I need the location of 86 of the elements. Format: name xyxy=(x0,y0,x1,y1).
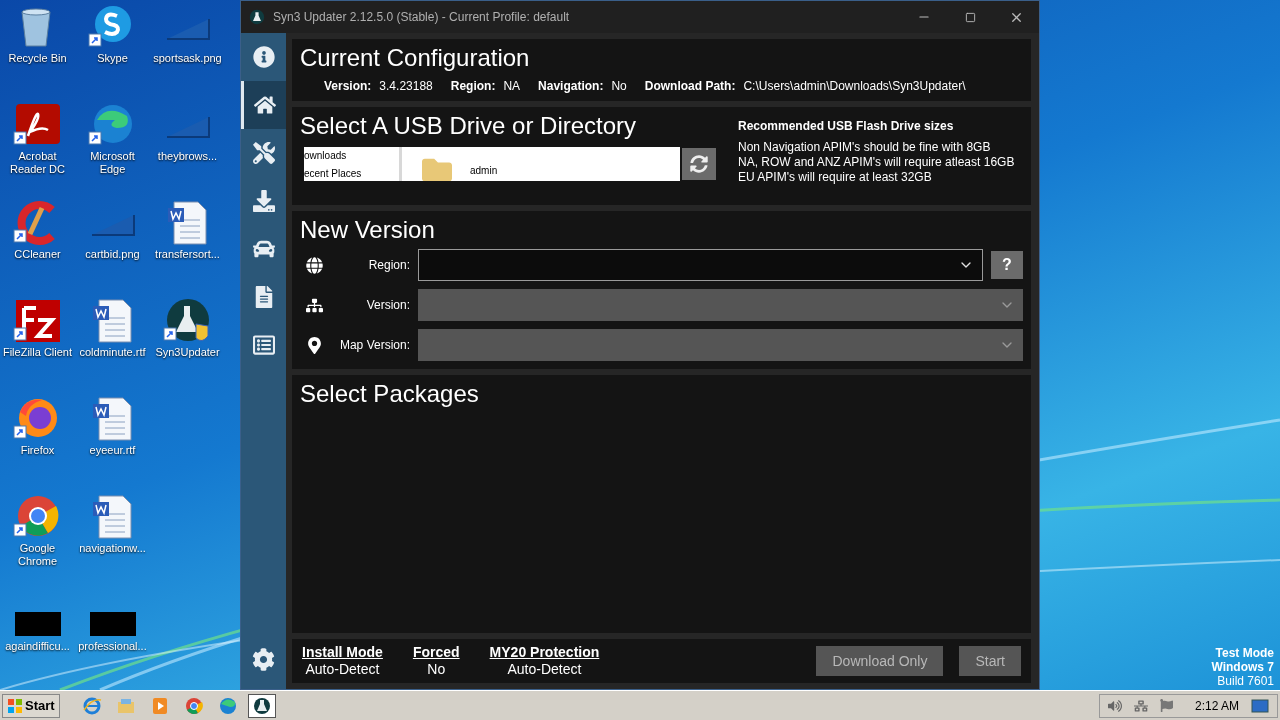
folder-item[interactable]: admin xyxy=(470,163,498,178)
desktop-icon-label[interactable]: transfersort... xyxy=(154,248,221,261)
desktop-icon-label[interactable]: Microsoft Edge xyxy=(75,150,150,176)
desktop-icon-label[interactable]: CCleaner xyxy=(13,248,62,261)
desktop-icon-label[interactable]: FileZilla Client xyxy=(1,346,74,359)
recommendation-text: NA, ROW and ANZ APIM's will require atleast 16GB xyxy=(738,155,1015,170)
app-icon xyxy=(217,695,238,716)
app-icon xyxy=(81,695,102,716)
maximize-icon xyxy=(964,11,976,23)
desktop-icon-label[interactable]: Google Chrome xyxy=(0,542,75,568)
field-label: Navigation: xyxy=(538,78,604,95)
field-value: C:\Users\admin\Downloads\Syn3Updater\ xyxy=(743,78,966,95)
app-icon xyxy=(249,9,265,25)
desktop-icon-label[interactable]: sportsask.png xyxy=(152,52,223,65)
setting-link[interactable]: MY20 Protection xyxy=(489,644,600,661)
field-value: 3.4.23188 xyxy=(379,78,433,95)
field-label: Region: xyxy=(450,78,496,95)
app-icon xyxy=(183,695,204,716)
desktop-icon-label[interactable]: coldminute.rtf xyxy=(78,346,147,359)
globe-icon xyxy=(305,256,323,274)
setting-link[interactable]: Forced xyxy=(412,644,460,661)
desktop-icon-label[interactable]: Firefox xyxy=(19,444,56,457)
desktop-icon-label[interactable]: againdifficu... xyxy=(4,640,71,653)
os-build-text: Windows 7 xyxy=(1211,660,1274,674)
desktop-icon-label[interactable]: professional... xyxy=(77,640,148,653)
show-desktop-icon[interactable] xyxy=(1251,698,1269,713)
section-heading: Select A USB Drive or Directory xyxy=(300,111,638,141)
desktop-icon-label[interactable]: Syn3Updater xyxy=(154,346,221,359)
field-label: Region: xyxy=(367,257,410,274)
dropdown-field[interactable] xyxy=(418,249,983,281)
info-icon xyxy=(252,46,275,68)
image-file-icon xyxy=(165,18,210,40)
action-button[interactable]: Download Only xyxy=(816,646,944,676)
taskbar-app[interactable] xyxy=(247,693,276,718)
refresh-button[interactable] xyxy=(682,148,716,180)
image-file-icon xyxy=(90,214,135,236)
desktop-icon-label[interactable]: eyeeur.rtf xyxy=(88,444,137,457)
desktop-icon-label[interactable]: cartbid.png xyxy=(84,248,141,261)
start-button[interactable]: Start xyxy=(2,693,60,718)
car-icon xyxy=(252,238,275,260)
redacted-icon xyxy=(89,612,136,636)
refresh-icon xyxy=(690,155,708,173)
os-build-text: Test Mode xyxy=(1215,646,1274,660)
section-heading: Current Configuration xyxy=(300,43,531,73)
recommendation-text: Non Navigation APIM's should be fine with 8GB xyxy=(738,140,992,155)
setting-value: Auto-Detect xyxy=(305,661,380,678)
window-title: Syn3 Updater 2.12.5.0 (Stable) - Current Profile: default xyxy=(273,9,570,26)
desktop-icon-label[interactable]: Acrobat Reader DC xyxy=(0,150,75,176)
map-pin-icon xyxy=(305,336,323,354)
recommendation-text: EU APIM's will require at least 32GB xyxy=(738,170,933,185)
field-label: Version: xyxy=(324,78,372,95)
windows-logo-icon xyxy=(7,697,23,714)
list-icon xyxy=(252,334,275,356)
action-button[interactable]: Start xyxy=(959,646,1021,676)
section-heading: New Version xyxy=(300,215,436,245)
image-file-icon xyxy=(165,116,210,138)
sidebar-tab[interactable] xyxy=(241,81,286,129)
setting-value: No xyxy=(427,661,446,678)
folder-item[interactable]: ecent Places xyxy=(304,165,399,181)
field-label: Version: xyxy=(365,297,410,314)
folder-item[interactable]: ownloads xyxy=(304,147,399,165)
download-icon xyxy=(252,190,275,212)
recommended-title: Recommended USB Flash Drive sizes xyxy=(738,119,955,134)
tools-icon xyxy=(252,142,275,164)
field-label: Download Path: xyxy=(644,78,736,95)
redacted-icon xyxy=(14,612,61,636)
desktop-icon-label[interactable]: navigationw... xyxy=(78,542,147,555)
clock[interactable]: 2:12 AM xyxy=(1194,696,1239,715)
field-value: No xyxy=(611,78,627,95)
field-value: NA xyxy=(503,78,521,95)
network-icon[interactable] xyxy=(1133,698,1148,713)
desktop-icon-label[interactable]: Skype xyxy=(96,52,129,65)
settings-icon xyxy=(252,647,275,671)
help-button[interactable]: ? xyxy=(991,251,1023,279)
volume-icon[interactable] xyxy=(1107,698,1122,713)
desktop-icon-label[interactable]: Recycle Bin xyxy=(7,52,68,65)
app-icon xyxy=(251,695,272,716)
desktop-icon-label[interactable]: theybrows... xyxy=(156,150,219,163)
hierarchy-icon xyxy=(305,296,323,314)
field-label: Map Version: xyxy=(338,337,410,354)
section-heading: Select Packages xyxy=(300,379,480,409)
os-build-text: Build 7601 xyxy=(1217,674,1274,688)
flag-icon[interactable] xyxy=(1159,699,1173,712)
home-icon xyxy=(254,94,276,116)
setting-link[interactable]: Install Mode xyxy=(302,644,383,661)
setting-value: Auto-Detect xyxy=(507,661,582,678)
